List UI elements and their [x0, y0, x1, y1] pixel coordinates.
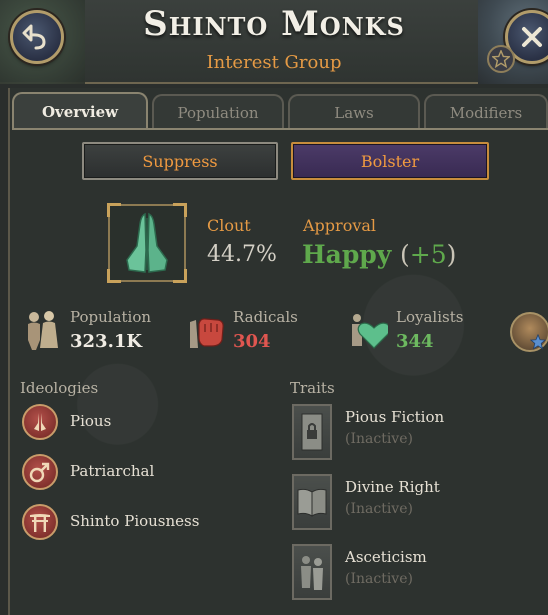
trait-item-asceticism[interactable]: Asceticism (Inactive)	[292, 544, 532, 600]
loyalists-value: 344	[396, 331, 434, 352]
trait-status: (Inactive)	[345, 431, 413, 447]
ideology-name: Shinto Piousness	[70, 512, 200, 530]
favorite-button[interactable]	[487, 45, 515, 73]
figures-icon	[301, 556, 323, 590]
approval-value: Happy (+5)	[302, 240, 457, 269]
back-arrow-icon	[22, 24, 46, 50]
radical-fist-icon	[190, 318, 224, 348]
traits-heading: Traits	[290, 379, 335, 397]
population-value: 323.1K	[70, 331, 143, 352]
page-title: Shinto Monks	[143, 4, 405, 44]
praying-hands-icon	[126, 212, 168, 273]
ideology-name: Patriarchal	[70, 462, 155, 480]
radicals-value: 304	[233, 331, 271, 352]
open-book-icon	[297, 488, 327, 517]
trait-name: Pious Fiction	[345, 408, 445, 426]
page-subtitle: Interest Group	[206, 52, 342, 73]
approval-delta: +5	[409, 240, 447, 269]
male-symbol-icon	[29, 462, 50, 483]
ideology-item-pious[interactable]: Pious	[22, 404, 272, 442]
ideology-name: Pious	[70, 412, 112, 430]
radicals-label: Radicals	[233, 308, 298, 326]
tab-population[interactable]: Population	[152, 94, 284, 130]
trait-status: (Inactive)	[345, 571, 413, 587]
tab-overview[interactable]: Overview	[12, 92, 148, 130]
leader-star-badge-icon	[530, 334, 546, 350]
star-icon	[492, 50, 510, 68]
loyalists-label: Loyalists	[396, 308, 464, 326]
loyalist-heart-icon	[352, 314, 388, 349]
population-label: Population	[70, 308, 152, 326]
clout-label: Clout	[207, 216, 251, 235]
trait-name: Divine Right	[345, 478, 440, 496]
trait-status: (Inactive)	[345, 501, 413, 517]
clout-value: 44.7%	[207, 242, 277, 267]
bolster-button[interactable]: Bolster	[291, 142, 489, 180]
praying-hands-icon	[34, 413, 46, 431]
population-icon	[28, 311, 58, 350]
close-icon	[522, 27, 542, 47]
trait-name: Asceticism	[345, 548, 427, 566]
approval-label: Approval	[303, 216, 377, 235]
trait-item-pious-fiction[interactable]: Pious Fiction (Inactive)	[292, 404, 532, 460]
locked-scroll-icon	[301, 413, 323, 451]
torii-gate-icon	[30, 514, 50, 532]
interest-group-icon-frame	[107, 203, 187, 283]
ideology-item-shinto-piousness[interactable]: Shinto Piousness	[22, 504, 272, 542]
tab-modifiers[interactable]: Modifiers	[424, 94, 548, 130]
suppress-button[interactable]: Suppress	[82, 142, 278, 180]
tab-laws[interactable]: Laws	[288, 94, 420, 130]
tab-bar: Overview Population Laws Modifiers	[12, 90, 548, 130]
tab-divider	[12, 128, 548, 130]
approval-state: Happy	[302, 240, 392, 269]
back-button[interactable]	[10, 10, 64, 64]
ideologies-heading: Ideologies	[20, 379, 99, 397]
header-banner: Shinto Monks Interest Group	[0, 0, 548, 84]
ideology-item-patriarchal[interactable]: Patriarchal	[22, 454, 272, 492]
trait-item-divine-right[interactable]: Divine Right (Inactive)	[292, 474, 532, 530]
